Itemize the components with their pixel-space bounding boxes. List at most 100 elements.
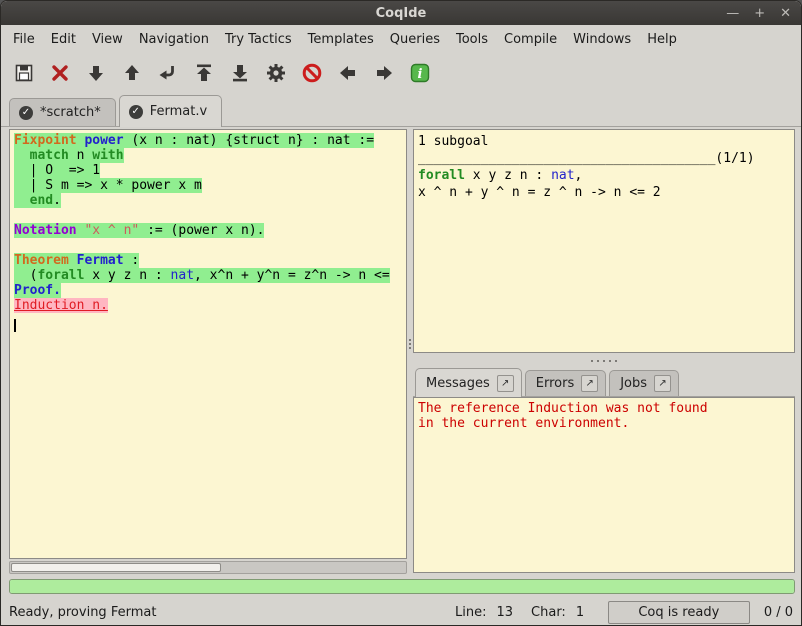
- info-icon: i: [409, 62, 431, 84]
- detach-jobs-button[interactable]: ↗: [654, 375, 671, 392]
- code-line: | S m => x * power x m: [14, 178, 406, 193]
- detach-errors-button[interactable]: ↗: [581, 375, 598, 392]
- text-cursor: [14, 319, 16, 332]
- message-line: The reference Induction was not found: [418, 401, 794, 416]
- goal-line: forall x y z n : nat,: [418, 167, 794, 184]
- code-line: Notation "x ^ n" := (power x n).: [14, 223, 406, 238]
- code-line: Fixpoint power (x n : nat) {struct n} : …: [14, 133, 406, 148]
- code-line: Induction n.: [14, 298, 406, 313]
- maximize-button[interactable]: +: [754, 6, 765, 21]
- save-button[interactable]: [11, 61, 36, 86]
- goal-line: 1 subgoal: [418, 133, 794, 150]
- code-line: match n with: [14, 148, 406, 163]
- close-button[interactable]: ✕: [780, 6, 791, 21]
- code-line: Proof.: [14, 283, 406, 298]
- menu-tools[interactable]: Tools: [448, 27, 496, 52]
- hook-arrow-icon: [157, 62, 179, 84]
- arrow-left-icon: [337, 62, 359, 84]
- svg-text:i: i: [417, 67, 422, 82]
- menu-compile[interactable]: Compile: [496, 27, 565, 52]
- toolbar: i: [1, 53, 801, 93]
- previous-button[interactable]: [335, 61, 360, 86]
- char-label: Char:: [531, 605, 566, 620]
- next-button[interactable]: [371, 61, 396, 86]
- interrupt-button[interactable]: [299, 61, 324, 86]
- step-backward-button[interactable]: [119, 61, 144, 86]
- code-line: Theorem Fermat :: [14, 253, 406, 268]
- goal-view: 1 subgoal_______________________________…: [413, 129, 795, 353]
- coq-status-box: Coq is ready: [608, 601, 750, 624]
- tab-messages[interactable]: Messages ↗: [415, 368, 522, 397]
- detach-messages-button[interactable]: ↗: [497, 375, 514, 392]
- message-view: The reference Induction was not foundin …: [413, 397, 795, 573]
- close-buffer-icon: [49, 62, 71, 84]
- restart-button[interactable]: [191, 61, 216, 86]
- char-value: 1: [576, 605, 592, 620]
- tab-label: Errors: [536, 376, 574, 391]
- status-message: Ready, proving Fermat: [9, 605, 156, 620]
- worker-count: 0 / 0: [764, 605, 793, 620]
- menu-windows[interactable]: Windows: [565, 27, 639, 52]
- line-label: Line:: [455, 605, 486, 620]
- arrow-right-icon: [373, 62, 395, 84]
- menu-edit[interactable]: Edit: [43, 27, 84, 52]
- menu-templates[interactable]: Templates: [300, 27, 382, 52]
- window-title: CoqIde: [376, 6, 427, 21]
- code-line: [14, 313, 406, 328]
- tab-label: *scratch*: [40, 105, 101, 120]
- splitter-grip-icon: [409, 337, 411, 351]
- tab-fermat-v[interactable]: ✓ Fermat.v: [119, 95, 222, 127]
- statusbar: Ready, proving Fermat Line: 13 Char: 1 C…: [1, 597, 801, 626]
- script-editor[interactable]: Fixpoint power (x n : nat) {struct n} : …: [9, 129, 407, 559]
- message-line: in the current environment.: [418, 416, 794, 431]
- goal-line: ______________________________________(1…: [418, 150, 794, 167]
- code-line: (forall x y z n : nat, x^n + y^n = z^n -…: [14, 268, 406, 283]
- step-forward-button[interactable]: [83, 61, 108, 86]
- menu-view[interactable]: View: [84, 27, 131, 52]
- about-button[interactable]: i: [407, 61, 432, 86]
- titlebar: CoqIde — + ✕: [1, 1, 801, 25]
- arrow-up-icon: [121, 62, 143, 84]
- tab-label: Jobs: [620, 376, 647, 391]
- save-icon: [13, 62, 35, 84]
- tab-jobs[interactable]: Jobs ↗: [609, 370, 679, 396]
- progress-fill: [10, 580, 794, 593]
- code-line: [14, 208, 406, 223]
- tab-label: Fermat.v: [150, 104, 207, 119]
- close-buffer-button[interactable]: [47, 61, 72, 86]
- message-tabbar: Messages ↗ Errors ↗ Jobs ↗: [413, 367, 795, 397]
- code-line: [14, 238, 406, 253]
- no-entry-icon: [301, 62, 323, 84]
- code-line: end.: [14, 193, 406, 208]
- menu-help[interactable]: Help: [639, 27, 685, 52]
- horizontal-pane-splitter[interactable]: [413, 355, 795, 366]
- coq-status-text: Coq is ready: [638, 605, 719, 620]
- menu-try-tactics[interactable]: Try Tactics: [217, 27, 300, 52]
- menu-navigation[interactable]: Navigation: [131, 27, 217, 52]
- line-value: 13: [496, 605, 513, 620]
- code-line: | O => 1: [14, 163, 406, 178]
- window-controls: — + ✕: [726, 1, 791, 25]
- saved-check-icon: ✓: [129, 105, 143, 119]
- goal-line: x ^ n + y ^ n = z ^ n -> n <= 2: [418, 184, 794, 201]
- saved-check-icon: ✓: [19, 106, 33, 120]
- minimize-button[interactable]: —: [726, 6, 739, 21]
- arrow-down-to-bar-icon: [229, 62, 251, 84]
- progress-bar: [9, 579, 795, 594]
- buffer-tabbar: ✓ *scratch* ✓ Fermat.v: [1, 93, 801, 127]
- go-to-cursor-button[interactable]: [155, 61, 180, 86]
- editor-horizontal-scrollbar[interactable]: [9, 561, 407, 574]
- menu-file[interactable]: File: [5, 27, 43, 52]
- tab-scratch[interactable]: ✓ *scratch*: [9, 98, 116, 126]
- status-right: Line: 13 Char: 1 Coq is ready 0 / 0: [437, 601, 793, 624]
- tab-errors[interactable]: Errors ↗: [525, 370, 606, 396]
- fully-check-button[interactable]: [263, 61, 288, 86]
- scrollbar-thumb[interactable]: [11, 563, 221, 572]
- tab-label: Messages: [426, 376, 490, 391]
- go-to-end-button[interactable]: [227, 61, 252, 86]
- arrow-up-to-bar-icon: [193, 62, 215, 84]
- gear-icon: [265, 62, 287, 84]
- arrow-down-icon: [85, 62, 107, 84]
- menu-queries[interactable]: Queries: [382, 27, 448, 52]
- menubar: FileEditViewNavigationTry TacticsTemplat…: [1, 25, 801, 53]
